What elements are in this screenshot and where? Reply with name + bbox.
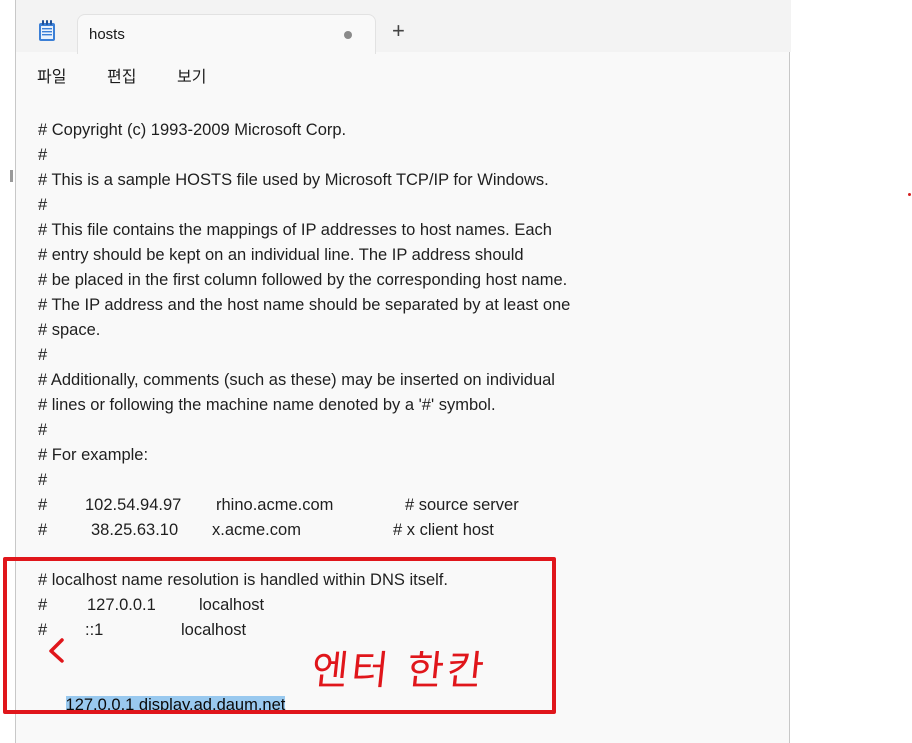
edge-marker	[10, 170, 13, 182]
editor-line: # lines or following the machine name de…	[38, 396, 496, 414]
tab-hosts[interactable]: hosts	[77, 14, 376, 54]
menu-bar: 파일 편집 보기	[16, 54, 791, 94]
editor-line: # space.	[38, 321, 101, 339]
editor-line: #	[38, 421, 48, 439]
notepad-icon	[39, 20, 55, 41]
menu-edit[interactable]: 편집	[107, 63, 136, 87]
new-tab-button[interactable]: +	[392, 20, 405, 42]
example-host: x.acme.com	[212, 521, 301, 539]
unsaved-dot-icon[interactable]	[344, 31, 352, 39]
editor-line: # For example:	[38, 446, 149, 464]
editor-line: # This file contains the mappings of IP …	[38, 221, 552, 239]
annotation-text: 엔터 한칸	[309, 648, 489, 694]
example-ip: 102.54.94.97	[85, 496, 182, 514]
editor-line: # be placed in the first column followed…	[38, 271, 568, 289]
example-line-1: # 102.54.94.97 rhino.acme.com # source s…	[38, 493, 778, 518]
example-comment: # x client host	[393, 521, 494, 539]
caret-left-icon	[49, 638, 64, 663]
editor-line: # The IP address and the host name shoul…	[38, 296, 571, 314]
editor-line: # This is a sample HOSTS file used by Mi…	[38, 171, 549, 189]
example-host: rhino.acme.com	[216, 496, 334, 514]
editor-line: #	[38, 146, 48, 164]
stray-dot	[908, 193, 911, 196]
menu-file[interactable]: 파일	[37, 63, 66, 87]
editor-line: #	[38, 196, 48, 214]
menu-view[interactable]: 보기	[177, 63, 206, 87]
hash-mark: #	[38, 521, 48, 539]
editor-line: # Additionally, comments (such as these)…	[38, 371, 555, 389]
editor-line: #	[38, 346, 48, 364]
example-line-2: # 38.25.63.10 x.acme.com # x client host	[38, 518, 778, 543]
tab-bar: hosts +	[16, 0, 791, 54]
tab-title: hosts	[89, 26, 125, 43]
editor-line: # Copyright (c) 1993-2009 Microsoft Corp…	[38, 121, 347, 139]
hash-mark: #	[38, 496, 48, 514]
editor-line: # entry should be kept on an individual …	[38, 246, 524, 264]
example-comment: # source server	[405, 496, 519, 514]
editor-line: #	[38, 471, 48, 489]
example-ip: 38.25.63.10	[91, 521, 179, 539]
